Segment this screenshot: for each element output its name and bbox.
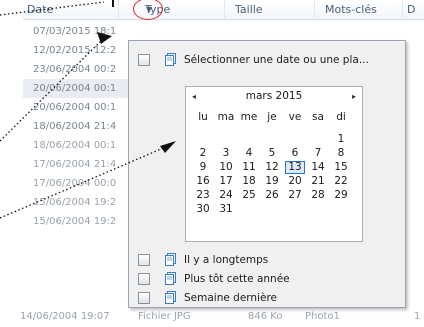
calendar-stack-icon <box>165 53 176 66</box>
column-header-label: D <box>407 3 416 16</box>
month-calendar: ◂ ▸ mars 2015 lu ma me je ve sa di 1 2 3 4 5 6 7 8 9 10 1… <box>185 86 363 242</box>
calendar-day[interactable]: 9 <box>193 161 213 174</box>
calendar-day[interactable]: 27 <box>285 189 305 202</box>
calendar-day[interactable]: 28 <box>308 189 328 202</box>
list-item-date: 12/02/2015 12:2 <box>33 45 117 56</box>
checkbox[interactable] <box>138 54 150 66</box>
list-item-date: 15/06/2004 19:2 <box>33 216 117 227</box>
column-header-label: Date <box>27 3 54 16</box>
checkbox[interactable] <box>138 254 150 266</box>
calendar-day[interactable]: 5 <box>262 147 282 160</box>
list-item-date: 23/06/2004 00:2 <box>33 64 117 75</box>
weekday-header: di <box>336 111 346 123</box>
calendar-day[interactable]: 8 <box>331 147 351 160</box>
calendar-day[interactable]: 4 <box>239 147 259 160</box>
date-filter-popup: Sélectionner une date ou une pla... ◂ ▸ … <box>128 40 406 308</box>
list-item-date: 18/06/2004 21:4 <box>33 121 117 132</box>
option-label: Il y a longtemps <box>184 254 269 266</box>
long-ago-option[interactable]: Il y a longtemps <box>129 250 405 270</box>
calendar-day[interactable]: 10 <box>216 161 236 174</box>
select-date-option[interactable]: Sélectionner une date ou une pla... <box>129 50 405 70</box>
column-header-date[interactable]: Date <box>23 0 119 20</box>
column-header-label: Mots-clés <box>325 3 377 16</box>
calendar-day[interactable]: 31 <box>216 203 236 216</box>
list-item-date: 07/03/2015 18:1 <box>33 26 117 37</box>
list-item-date: 15/06/2004 19:2 <box>33 197 117 208</box>
earlier-this-year-option[interactable]: Plus tôt cette année <box>129 269 405 289</box>
calendar-day[interactable]: 18 <box>239 175 259 188</box>
calendar-day[interactable]: 23 <box>193 189 213 202</box>
column-header-label: Taille <box>235 3 263 16</box>
column-header-size[interactable]: Taille <box>225 0 315 20</box>
calendar-stack-icon <box>165 272 176 285</box>
calendar-stack-icon <box>165 253 176 266</box>
select-date-label: Sélectionner une date ou une pla... <box>184 54 369 66</box>
calendar-day[interactable]: 19 <box>262 175 282 188</box>
last-week-option[interactable]: Semaine dernière <box>129 288 405 308</box>
weekday-header: ve <box>288 111 302 123</box>
weekday-header: sa <box>312 111 324 123</box>
weekday-header: lu <box>198 111 208 123</box>
cell-keywords: Photo1 <box>305 311 340 322</box>
list-item-date: 18/06/2004 00:1 <box>33 140 117 151</box>
column-header-d[interactable]: D <box>403 0 424 20</box>
calendar-day[interactable]: 22 <box>331 175 351 188</box>
calendar-month-title[interactable]: mars 2015 <box>186 90 362 102</box>
list-item-date: 17/06/2004 21:4 <box>33 159 117 170</box>
checkbox[interactable] <box>138 292 150 304</box>
calendar-day[interactable]: 26 <box>262 189 282 202</box>
calendar-day[interactable]: 2 <box>193 147 213 160</box>
calendar-day[interactable]: 11 <box>239 161 259 174</box>
column-header-keywords[interactable]: Mots-clés <box>315 0 403 20</box>
list-item-date: 17/06/2004 00:0 <box>33 178 117 189</box>
option-label: Plus tôt cette année <box>184 273 290 285</box>
calendar-day[interactable]: 24 <box>216 189 236 202</box>
weekday-header: ma <box>217 111 235 123</box>
calendar-day[interactable]: 15 <box>331 161 351 174</box>
weekday-header: me <box>240 111 258 123</box>
calendar-day[interactable]: 12 <box>262 161 282 174</box>
cell-extra: 1 <box>414 311 421 322</box>
calendar-day-today[interactable]: 13 <box>285 161 305 174</box>
calendar-day[interactable]: 25 <box>239 189 259 202</box>
calendar-day[interactable]: 3 <box>216 147 236 160</box>
calendar-day[interactable]: 1 <box>331 133 351 146</box>
calendar-day[interactable]: 20 <box>285 175 305 188</box>
option-label: Semaine dernière <box>184 292 277 304</box>
weekday-header: je <box>267 111 277 123</box>
cell-type: Fichier JPG <box>138 311 191 322</box>
calendar-day[interactable]: 21 <box>308 175 328 188</box>
calendar-day[interactable]: 29 <box>331 189 351 202</box>
list-item-date: 20/06/2004 00:1 <box>33 83 117 94</box>
calendar-day[interactable]: 6 <box>285 147 305 160</box>
cell-date: 14/06/2004 19:07 <box>20 311 110 322</box>
table-row[interactable]: 14/06/2004 19:07 Fichier JPG 846 Ko Phot… <box>20 306 424 327</box>
calendar-day[interactable]: 17 <box>216 175 236 188</box>
calendar-day[interactable]: 16 <box>193 175 213 188</box>
calendar-day[interactable]: 30 <box>193 203 213 216</box>
cell-size: 846 Ko <box>248 311 283 322</box>
calendar-day[interactable]: 14 <box>308 161 328 174</box>
column-header-bar: Date Type Taille Mots-clés D ▼ <box>23 0 424 20</box>
list-item[interactable]: 07/03/2015 18:1 <box>23 22 163 41</box>
list-item-date: 20/06/2004 00:1 <box>33 102 117 113</box>
calendar-stack-icon <box>165 291 176 304</box>
calendar-day[interactable]: 7 <box>308 147 328 160</box>
checkbox[interactable] <box>138 273 150 285</box>
